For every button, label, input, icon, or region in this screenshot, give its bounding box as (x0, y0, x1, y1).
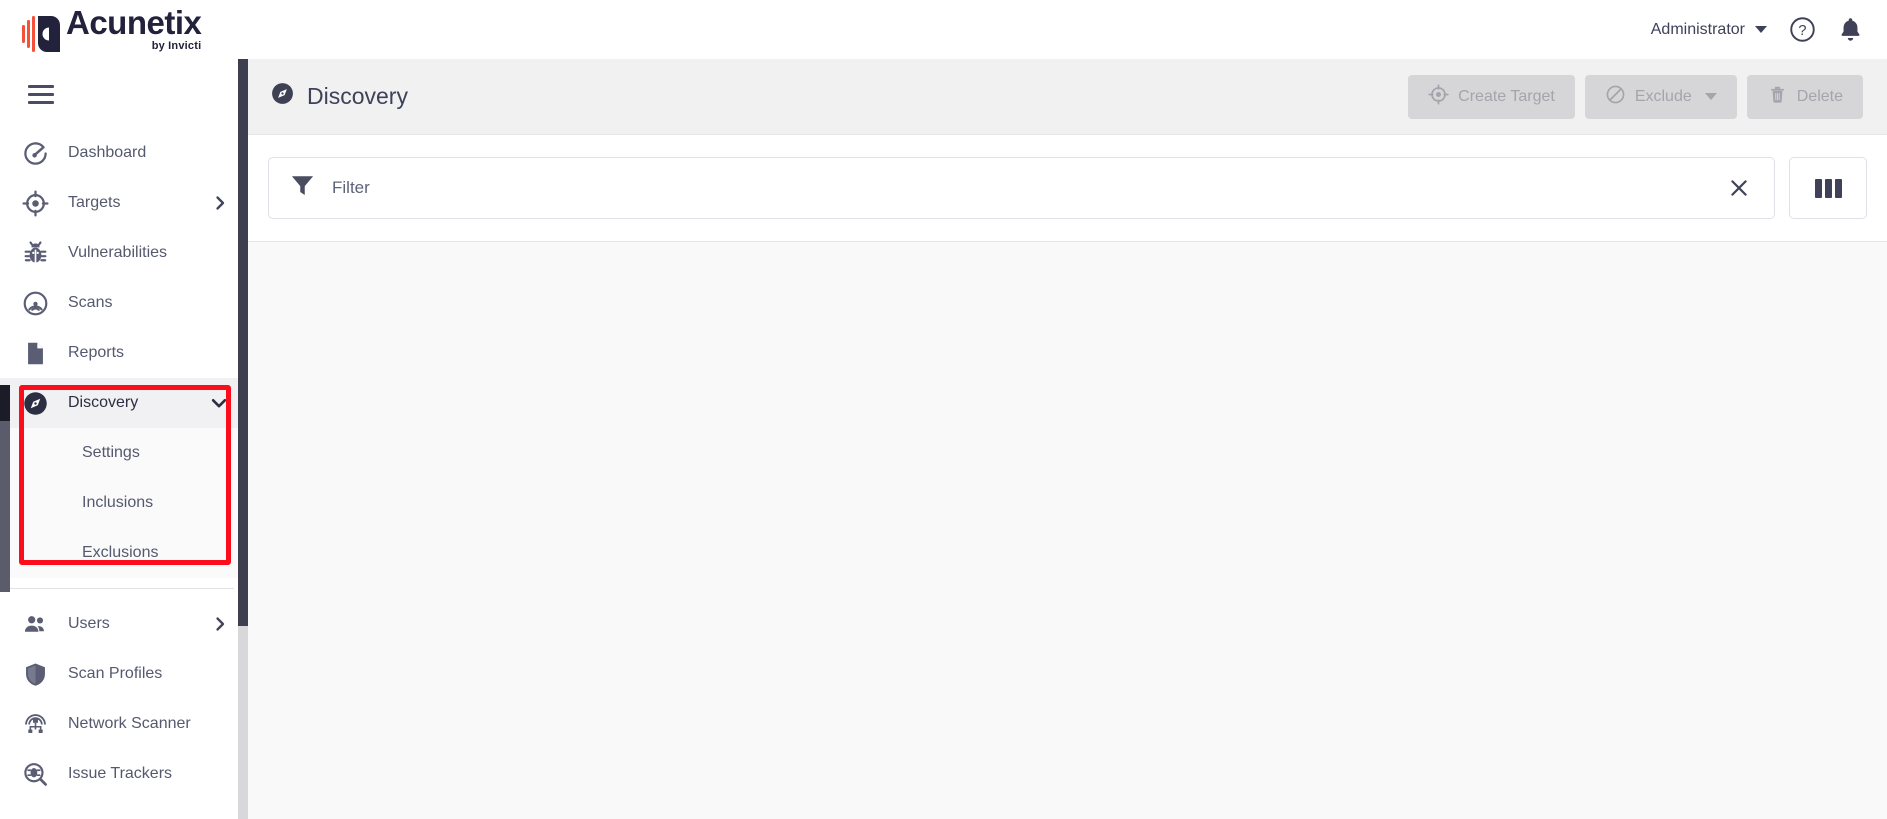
compass-icon (270, 81, 295, 112)
chevron-down-icon (1755, 26, 1767, 33)
sidebar-item-scans[interactable]: Scans (0, 278, 248, 328)
chevron-down-icon (1704, 93, 1717, 100)
sidebar-item-issue-trackers[interactable]: Issue Trackers (0, 749, 248, 799)
page-title: Discovery (270, 81, 408, 112)
sidebar-scrollbar-thumb[interactable] (238, 59, 248, 626)
sidebar-item-label: Scans (68, 294, 113, 311)
sidebar-subitem-settings[interactable]: Settings (0, 428, 248, 478)
header-actions: Administrator ? (1651, 16, 1887, 43)
sidebar-item-label: Vulnerabilities (68, 244, 168, 261)
users-icon (22, 611, 56, 638)
sidebar-subitem-inclusions[interactable]: Inclusions (0, 478, 248, 528)
active-section-indicator-dark (0, 385, 10, 421)
sidebar-item-label: Scan Profiles (68, 665, 163, 682)
sidebar-item-label: Users (68, 615, 110, 632)
close-x-icon[interactable] (1722, 171, 1756, 205)
chevron-down-icon (210, 394, 228, 412)
shield-icon (22, 661, 56, 688)
filter-input[interactable]: Filter (332, 178, 370, 198)
compass-icon (22, 390, 56, 417)
hamburger-menu-icon[interactable] (0, 59, 54, 128)
sidebar-item-discovery[interactable]: Discovery (0, 378, 248, 428)
results-table-area (248, 242, 1887, 819)
help-circle-icon: ? (1790, 17, 1815, 42)
network-scanner-icon (22, 711, 56, 738)
active-section-indicator-gray (0, 421, 10, 592)
exclude-button[interactable]: Exclude (1584, 74, 1737, 119)
no-entry-icon (1605, 84, 1626, 110)
user-menu-button[interactable]: Administrator (1651, 21, 1767, 39)
columns-button[interactable] (1789, 157, 1867, 219)
sidebar-item-dashboard[interactable]: Dashboard (0, 128, 248, 178)
document-icon (22, 340, 56, 367)
trash-icon (1767, 84, 1788, 110)
filter-bar: Filter (248, 135, 1887, 242)
sidebar-item-vulnerabilities[interactable]: Vulnerabilities (0, 228, 248, 278)
page-title-text: Discovery (307, 83, 408, 109)
gauge-icon (22, 140, 56, 167)
user-menu-label: Administrator (1650, 20, 1745, 38)
top-header-bar: Acunetix by Invicti Administrator ? (0, 0, 1887, 59)
help-button[interactable]: ? (1789, 16, 1816, 43)
notifications-button[interactable] (1838, 16, 1863, 43)
columns-icon (1814, 178, 1842, 198)
chevron-right-icon (212, 616, 228, 632)
main-content: Discovery Create Target Exclude Delete F… (248, 59, 1887, 819)
chevron-right-icon (212, 195, 228, 211)
page-header: Discovery Create Target Exclude Delete (248, 59, 1887, 135)
sidebar-item-network-scanner[interactable]: Network Scanner (0, 699, 248, 749)
sidebar-divider (10, 588, 234, 589)
page-toolbar: Create Target Exclude Delete (1408, 74, 1863, 119)
brand-logo[interactable]: Acunetix by Invicti (0, 0, 240, 59)
exclude-label: Exclude (1634, 87, 1692, 105)
sidebar-item-reports[interactable]: Reports (0, 328, 248, 378)
svg-text:?: ? (1798, 23, 1806, 39)
sidebar-item-label: Reports (68, 344, 125, 361)
sidebar-subitem-exclusions[interactable]: Exclusions (0, 528, 248, 578)
sidebar-primary-list: Dashboard Targets Vulnerabilities Scans … (0, 128, 248, 428)
sidebar-item-label: Targets (68, 194, 121, 211)
crosshair-icon (1428, 83, 1449, 110)
radar-icon (22, 290, 56, 317)
sidebar-item-scan-profiles[interactable]: Scan Profiles (0, 649, 248, 699)
brand-tagline: by Invicti (151, 40, 202, 52)
delete-button[interactable]: Delete (1746, 74, 1863, 119)
sidebar-item-label: Dashboard (68, 144, 147, 161)
bug-icon (22, 240, 56, 267)
delete-label: Delete (1796, 87, 1843, 105)
sidebar-item-targets[interactable]: Targets (0, 178, 248, 228)
app-root: Acunetix by Invicti Administrator ? Dash… (0, 0, 1887, 819)
sidebar-nav: Dashboard Targets Vulnerabilities Scans … (0, 59, 248, 819)
sidebar-item-label: Issue Trackers (68, 765, 173, 782)
sidebar-item-label: Discovery (68, 394, 139, 411)
funnel-icon (289, 172, 316, 204)
issue-tracker-icon (22, 761, 56, 788)
create-target-button[interactable]: Create Target (1408, 74, 1575, 119)
bell-icon (1841, 18, 1860, 41)
create-target-label: Create Target (1458, 87, 1555, 105)
sidebar-item-users[interactable]: Users (0, 599, 248, 649)
filter-input-container[interactable]: Filter (268, 157, 1775, 219)
acunetix-logo-icon (22, 16, 60, 52)
sidebar-discovery-subnav: Settings Inclusions Exclusions (0, 428, 248, 578)
sidebar-item-label: Network Scanner (68, 715, 191, 732)
crosshair-icon (22, 189, 56, 217)
sidebar-secondary-list: Users Scan Profiles Network Scanner Issu… (0, 599, 248, 799)
brand-name: Acunetix (66, 4, 202, 41)
